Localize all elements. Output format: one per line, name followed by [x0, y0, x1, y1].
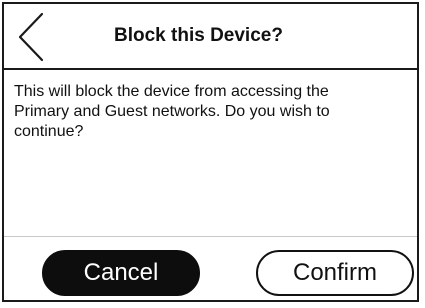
confirm-button[interactable]: Confirm: [256, 250, 414, 296]
dialog-title: Block this Device?: [114, 25, 283, 46]
back-button[interactable]: [12, 10, 56, 64]
dialog-message: This will block the device from accessin…: [14, 83, 330, 140]
dialog-header: Block this Device?: [4, 4, 417, 70]
chevron-left-icon: [18, 12, 44, 62]
block-device-dialog: Block this Device? This will block the d…: [2, 2, 419, 302]
divider: [4, 236, 417, 237]
cancel-button[interactable]: Cancel: [42, 250, 200, 296]
